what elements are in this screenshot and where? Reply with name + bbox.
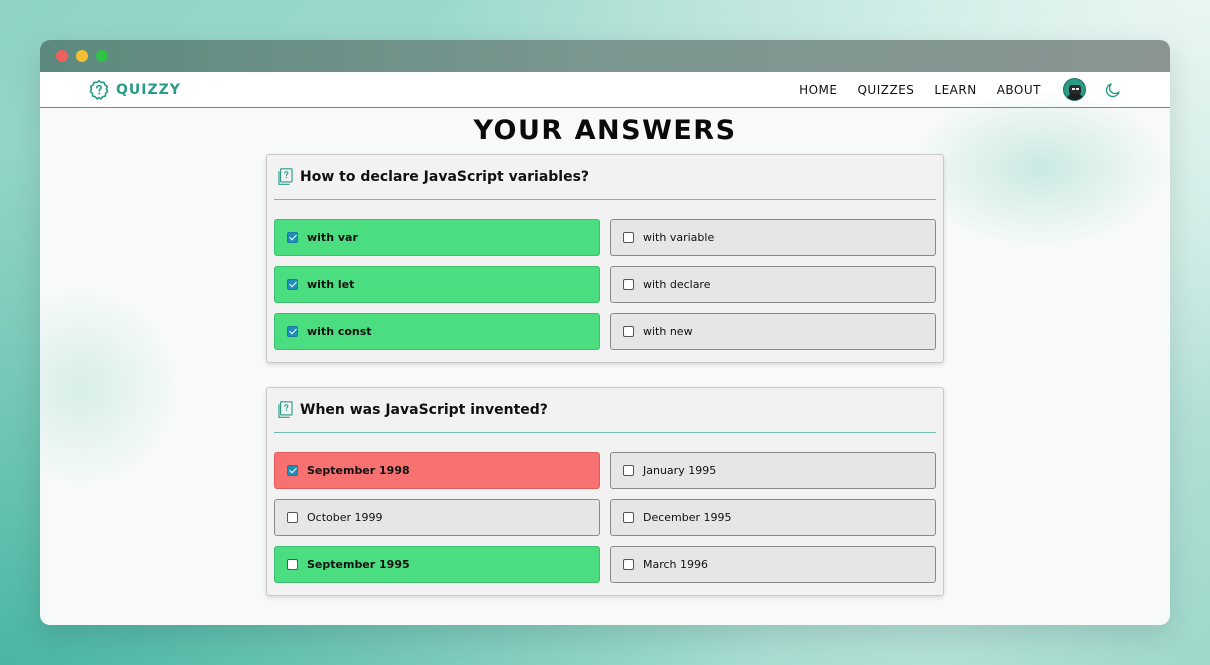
checkbox[interactable] xyxy=(287,465,298,476)
answer-option[interactable]: September 1995 xyxy=(274,546,600,583)
answer-option[interactable]: January 1995 xyxy=(610,452,936,489)
checkbox[interactable] xyxy=(623,512,634,523)
nav-link-quizzes[interactable]: QUIZZES xyxy=(857,83,914,97)
answer-option[interactable]: with declare xyxy=(610,266,936,303)
avatar[interactable] xyxy=(1063,78,1086,101)
answer-options: September 1998 January 1995 October 1999… xyxy=(274,452,936,583)
question-text: How to declare JavaScript variables? xyxy=(300,169,590,185)
brand-name: QUIZZY xyxy=(116,81,181,98)
moon-icon[interactable] xyxy=(1104,81,1122,99)
page-title: YOUR ANSWERS xyxy=(473,115,737,146)
browser-window: QUIZZY HOME QUIZZES LEARN ABOUT YOUR ANS… xyxy=(40,40,1170,625)
answer-label: with var xyxy=(307,231,358,244)
nav-link-home[interactable]: HOME xyxy=(799,83,837,97)
checkbox[interactable] xyxy=(287,512,298,523)
answer-label: September 1998 xyxy=(307,464,410,477)
answer-option[interactable]: March 1996 xyxy=(610,546,936,583)
question-text: When was JavaScript invented? xyxy=(300,402,548,418)
minimize-window-button[interactable] xyxy=(76,50,88,62)
question-card-icon xyxy=(278,401,293,418)
answer-label: October 1999 xyxy=(307,511,383,524)
window-titlebar xyxy=(40,40,1170,72)
answer-label: March 1996 xyxy=(643,558,709,571)
answer-label: with declare xyxy=(643,278,711,291)
answer-label: January 1995 xyxy=(643,464,717,477)
nav-link-learn[interactable]: LEARN xyxy=(934,83,976,97)
question-card: When was JavaScript invented? September … xyxy=(266,387,944,596)
answer-option[interactable]: with variable xyxy=(610,219,936,256)
checkbox[interactable] xyxy=(623,232,634,243)
checkbox[interactable] xyxy=(287,326,298,337)
main-content: YOUR ANSWERS How to declare JavaScript v… xyxy=(40,88,1170,596)
question-header: When was JavaScript invented? xyxy=(274,388,936,433)
answer-option[interactable]: October 1999 xyxy=(274,499,600,536)
question-card-icon xyxy=(278,168,293,185)
answer-label: with const xyxy=(307,325,372,338)
answer-options: with var with variable with let with dec… xyxy=(274,219,936,350)
answer-label: with variable xyxy=(643,231,715,244)
navbar: QUIZZY HOME QUIZZES LEARN ABOUT xyxy=(40,72,1170,108)
answer-label: September 1995 xyxy=(307,558,410,571)
checkbox[interactable] xyxy=(623,326,634,337)
answer-option[interactable]: December 1995 xyxy=(610,499,936,536)
answer-option[interactable]: with new xyxy=(610,313,936,350)
checkbox[interactable] xyxy=(287,279,298,290)
checkbox[interactable] xyxy=(623,559,634,570)
answer-label: December 1995 xyxy=(643,511,732,524)
checkbox[interactable] xyxy=(623,465,634,476)
answer-label: with new xyxy=(643,325,693,338)
maximize-window-button[interactable] xyxy=(96,50,108,62)
checkbox[interactable] xyxy=(287,559,298,570)
question-header: How to declare JavaScript variables? xyxy=(274,155,936,200)
close-window-button[interactable] xyxy=(56,50,68,62)
checkbox[interactable] xyxy=(287,232,298,243)
answer-label: with let xyxy=(307,278,355,291)
question-badge-icon xyxy=(89,79,109,100)
checkbox[interactable] xyxy=(623,279,634,290)
brand-logo[interactable]: QUIZZY xyxy=(88,79,181,101)
answer-option[interactable]: with let xyxy=(274,266,600,303)
nav-link-about[interactable]: ABOUT xyxy=(997,83,1041,97)
nav-links: HOME QUIZZES LEARN ABOUT xyxy=(799,78,1086,101)
answer-option[interactable]: with var xyxy=(274,219,600,256)
answer-option[interactable]: with const xyxy=(274,313,600,350)
question-card: How to declare JavaScript variables? wit… xyxy=(266,154,944,363)
answer-option[interactable]: September 1998 xyxy=(274,452,600,489)
